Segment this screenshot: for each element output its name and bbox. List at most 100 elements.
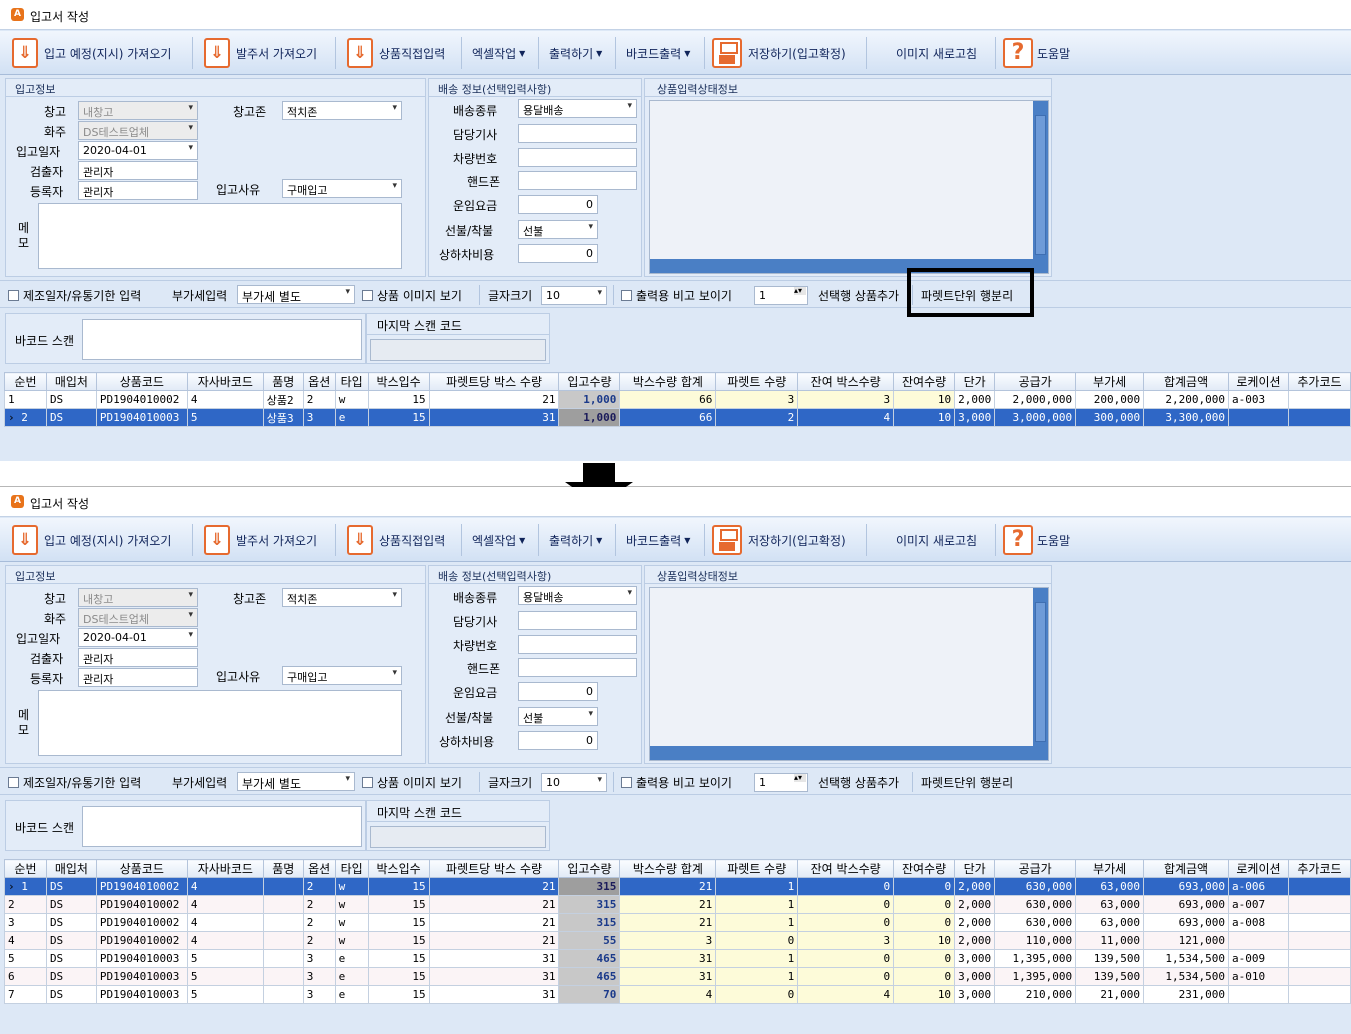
table-cell[interactable]: 630,000 <box>994 913 1077 932</box>
table-cell[interactable]: 0 <box>893 949 956 968</box>
table-cell[interactable]: w <box>334 877 369 896</box>
column-header[interactable]: 로케이션 <box>1227 859 1289 878</box>
table-cell[interactable]: 3,000 <box>954 967 996 986</box>
table-cell[interactable]: 3,000 <box>954 949 996 968</box>
table-cell[interactable]: 0 <box>797 967 895 986</box>
table-cell[interactable] <box>1287 967 1351 986</box>
save-button[interactable]: 저장하기(입고확정) <box>712 521 846 559</box>
table-cell[interactable]: DS <box>45 931 97 950</box>
table-cell[interactable]: 139,500 <box>1075 967 1145 986</box>
table-cell[interactable] <box>1287 390 1351 409</box>
warehouse-select[interactable]: 내창고 <box>78 588 198 607</box>
table-cell[interactable]: 0 <box>797 949 895 968</box>
column-header[interactable]: 파렛트당 박스 수량 <box>428 372 560 391</box>
table-cell[interactable]: a-006 <box>1227 877 1289 896</box>
table-cell[interactable]: 11,000 <box>1075 931 1145 950</box>
table-cell[interactable]: 2,000 <box>954 390 996 409</box>
fee-field[interactable]: 0 <box>518 682 598 701</box>
table-cell[interactable]: 4 <box>186 390 264 409</box>
add-selected-row-button[interactable]: 선택행 상품추가 <box>818 287 899 304</box>
handling-fee-field[interactable]: 0 <box>518 731 598 750</box>
column-header[interactable]: 품명 <box>262 859 304 878</box>
table-cell[interactable]: 0 <box>715 985 799 1004</box>
table-cell[interactable] <box>1287 877 1351 896</box>
table-cell[interactable] <box>262 931 304 950</box>
table-cell[interactable] <box>262 913 304 932</box>
table-cell[interactable]: 4 <box>4 931 47 950</box>
barcode-print-menu-button[interactable]: 바코드출력 ▼ <box>626 34 690 72</box>
column-header[interactable]: 추가코드 <box>1287 859 1351 878</box>
table-cell[interactable] <box>1287 985 1351 1004</box>
column-header[interactable]: 합계금액 <box>1143 859 1229 878</box>
table-cell[interactable] <box>262 967 304 986</box>
table-cell[interactable]: 1,000 <box>558 390 621 409</box>
memo-textarea[interactable] <box>38 203 402 269</box>
table-cell[interactable] <box>1287 408 1351 427</box>
table-cell[interactable]: 0 <box>797 877 895 896</box>
column-header[interactable]: 합계금액 <box>1143 372 1229 391</box>
table-cell[interactable]: a-010 <box>1227 967 1289 986</box>
column-header[interactable]: 매입처 <box>45 372 97 391</box>
column-header[interactable]: 파렛트당 박스 수량 <box>428 859 560 878</box>
table-row[interactable]: 5 DS PD1904010003 5 3 e 15 31 465 31 1 0 0 3,000 1,395… <box>4 949 1351 968</box>
column-header[interactable]: 잔여 박스수량 <box>797 372 895 391</box>
table-cell[interactable]: 3,000 <box>954 985 996 1004</box>
mfg-date-checkbox[interactable]: 제조일자/유통기한 입력 <box>8 287 141 304</box>
table-cell[interactable]: e <box>334 408 369 427</box>
inspector-field[interactable]: 관리자 <box>78 648 198 667</box>
column-header[interactable]: 파렛트 수량 <box>715 372 799 391</box>
table-cell[interactable]: PD1904010002 <box>95 895 188 914</box>
table-cell[interactable]: 3,000 <box>954 408 996 427</box>
column-header[interactable]: 박스수량 합계 <box>619 859 717 878</box>
table-cell[interactable]: 200,000 <box>1075 390 1145 409</box>
column-header[interactable]: 잔여 박스수량 <box>797 859 895 878</box>
table-cell[interactable]: 63,000 <box>1075 913 1145 932</box>
table-cell[interactable]: 5 <box>4 949 47 968</box>
table-cell[interactable]: 693,000 <box>1143 877 1229 896</box>
table-cell[interactable]: 630,000 <box>994 877 1077 896</box>
table-cell[interactable]: 3 <box>4 913 47 932</box>
table-cell[interactable]: 6 <box>4 967 47 986</box>
driver-field[interactable] <box>518 124 637 143</box>
table-cell[interactable] <box>262 877 304 896</box>
table-cell[interactable]: 2,000 <box>954 895 996 914</box>
import-planned-button[interactable]: ⇓ 입고 예정(지시) 가져오기 <box>12 34 171 72</box>
table-cell[interactable]: 상품2 <box>262 390 304 409</box>
table-cell[interactable]: 2 <box>302 895 336 914</box>
table-cell[interactable]: 315 <box>558 913 621 932</box>
table-cell[interactable]: PD1904010002 <box>95 931 188 950</box>
table-cell[interactable]: 21 <box>619 877 717 896</box>
table-cell[interactable]: 3 <box>797 931 895 950</box>
column-header[interactable]: 단가 <box>954 372 996 391</box>
table-cell[interactable]: 2,000 <box>954 931 996 950</box>
table-cell[interactable]: DS <box>45 408 97 427</box>
column-header[interactable]: 박스입수 <box>367 859 430 878</box>
font-size-select[interactable]: 10 <box>541 773 607 792</box>
table-cell[interactable]: 15 <box>367 895 430 914</box>
table-cell[interactable]: 2,000 <box>954 877 996 896</box>
table-cell[interactable]: 2 <box>302 877 336 896</box>
direct-input-button[interactable]: ⇓ 상품직접입력 <box>347 34 445 72</box>
table-cell[interactable]: › 1 <box>4 877 47 896</box>
table-cell[interactable]: 31 <box>619 949 717 968</box>
table-cell[interactable] <box>262 985 304 1004</box>
column-header[interactable]: 상품코드 <box>95 859 188 878</box>
table-cell[interactable]: 3 <box>302 408 336 427</box>
table-cell[interactable]: 21 <box>619 913 717 932</box>
table-cell[interactable]: a-007 <box>1227 895 1289 914</box>
column-header[interactable]: 로케이션 <box>1228 372 1289 391</box>
table-cell[interactable]: 15 <box>367 931 430 950</box>
table-cell[interactable]: 4 <box>797 408 895 427</box>
add-selected-row-button[interactable]: 선택행 상품추가 <box>818 774 899 791</box>
column-header[interactable]: 부가세 <box>1075 372 1145 391</box>
table-cell[interactable] <box>1227 931 1289 950</box>
vertical-scrollbar[interactable] <box>1033 101 1048 273</box>
table-cell[interactable]: 315 <box>558 895 621 914</box>
table-cell[interactable]: 0 <box>893 967 956 986</box>
table-cell[interactable]: › 2 <box>4 408 47 427</box>
column-header[interactable]: 입고수량 <box>558 372 621 391</box>
quantity-stepper[interactable]: 1 <box>754 773 808 792</box>
table-cell[interactable]: 2,000,000 <box>994 390 1077 409</box>
column-header[interactable]: 잔여수량 <box>893 859 956 878</box>
table-cell[interactable]: 15 <box>367 967 430 986</box>
